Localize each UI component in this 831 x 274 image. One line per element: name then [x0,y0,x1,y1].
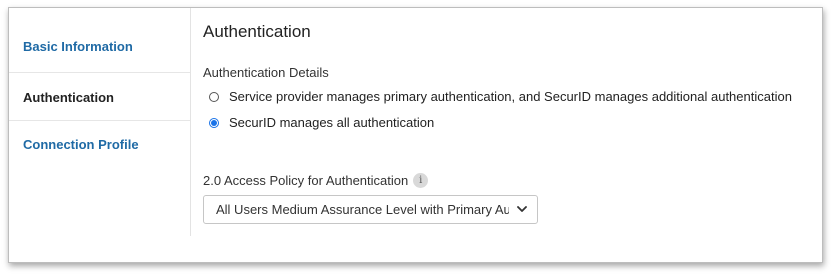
sidebar-item-label: Basic Information [23,39,133,54]
section-label-authentication-details: Authentication Details [203,65,329,80]
sidebar-item-authentication[interactable]: Authentication [9,90,190,105]
main-content: Authentication Authentication Details Se… [203,8,822,262]
radio-button-unchecked[interactable] [209,91,219,102]
radio-option-securid-all[interactable]: SecurID manages all authentication [209,115,434,130]
radio-button-checked[interactable] [209,117,219,128]
access-policy-label: 2.0 Access Policy for Authentication i [203,173,429,188]
chevron-down-icon [517,206,527,212]
access-policy-label-text: 2.0 Access Policy for Authentication [203,173,409,188]
radio-option-service-provider[interactable]: Service provider manages primary authent… [209,89,792,104]
sidebar-divider [9,120,190,121]
info-icon[interactable]: i [413,173,429,188]
app-panel: Basic Information Authentication Connect… [8,7,823,263]
sidebar-item-label: Connection Profile [23,137,139,152]
sidebar-item-connection-profile[interactable]: Connection Profile [9,137,190,152]
sidebar-item-label: Authentication [23,90,114,105]
sidebar-item-basic-information[interactable]: Basic Information [9,39,190,54]
sidebar: Basic Information Authentication Connect… [9,8,190,236]
access-policy-selected-value: All Users Medium Assurance Level with Pr… [216,202,509,217]
radio-label: Service provider manages primary authent… [229,89,792,104]
sidebar-divider [9,72,190,73]
page-title: Authentication [203,22,311,41]
access-policy-select[interactable]: All Users Medium Assurance Level with Pr… [203,195,538,224]
radio-label: SecurID manages all authentication [229,115,435,130]
sidebar-separator [190,8,191,236]
